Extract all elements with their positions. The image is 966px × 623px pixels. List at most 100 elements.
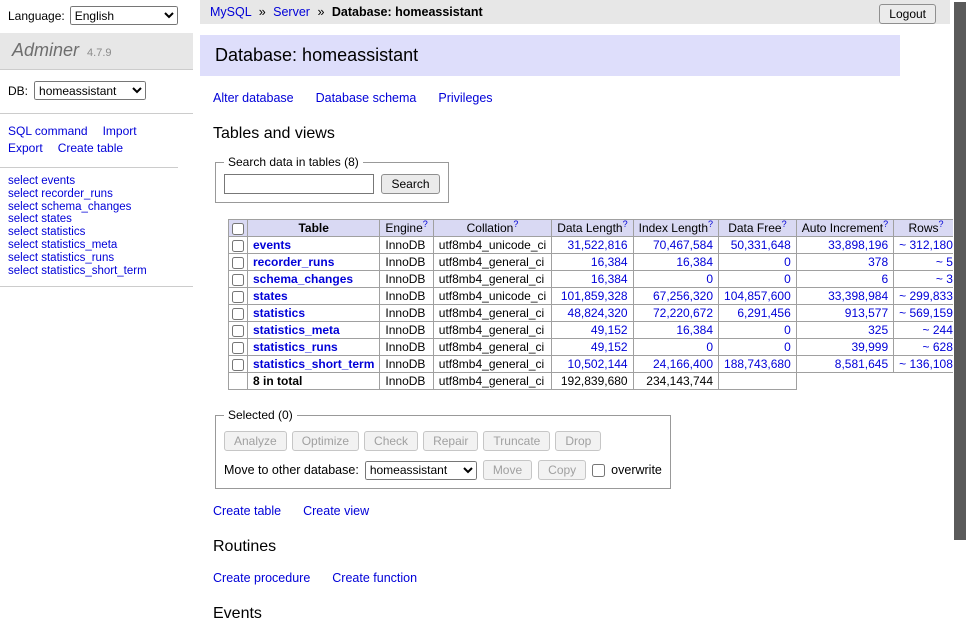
cell-collation: utf8mb4_general_ci <box>433 305 551 322</box>
row-checkbox[interactable] <box>232 274 244 286</box>
db-action-link[interactable]: Alter database <box>213 91 294 105</box>
cell-data-free-link[interactable]: 0 <box>784 323 791 337</box>
table-name-link[interactable]: statistics_runs <box>253 340 338 354</box>
cell-data-length-link[interactable]: 49,152 <box>591 323 628 337</box>
cell-data-free-link[interactable]: 0 <box>784 272 791 286</box>
cell-index-length-link[interactable]: 24,166,400 <box>653 357 713 371</box>
table-name-link[interactable]: recorder_runs <box>253 255 334 269</box>
logout-button[interactable]: Logout <box>879 4 936 24</box>
table-name-link[interactable]: states <box>253 289 288 303</box>
column-help-link[interactable]: ? <box>708 221 713 235</box>
cell-auto-increment: 33,398,984 <box>796 288 893 305</box>
breadcrumb-link-server[interactable]: Server <box>273 5 310 19</box>
column-help-link[interactable]: ? <box>513 221 518 235</box>
cell-auto-increment-link[interactable]: 6 <box>881 272 888 286</box>
routine-link[interactable]: Create procedure <box>213 571 310 585</box>
move-db-select[interactable]: homeassistant <box>365 461 477 480</box>
cell-index-length-link[interactable]: 72,220,672 <box>653 306 713 320</box>
sidebar-action-link[interactable]: Import <box>103 124 137 138</box>
cell-rows-link[interactable]: ~ 244 <box>923 323 953 337</box>
sidebar-table-link[interactable]: select recorder_runs <box>8 188 185 201</box>
cell-data-free-link[interactable]: 6,291,456 <box>737 306 790 320</box>
column-help-link[interactable]: ? <box>939 221 944 235</box>
cell-data-free-link[interactable]: 0 <box>784 255 791 269</box>
breadcrumb-current: Database: homeassistant <box>332 5 483 19</box>
table-name-link[interactable]: events <box>253 238 291 252</box>
cell-auto-increment-link[interactable]: 913,577 <box>845 306 888 320</box>
sidebar-table-link[interactable]: select statistics_meta <box>8 239 185 252</box>
column-help-link[interactable]: ? <box>623 221 628 235</box>
sidebar-action-link[interactable]: Create table <box>58 141 123 155</box>
column-help-link[interactable]: ? <box>782 221 787 235</box>
language-select[interactable]: English <box>70 6 178 25</box>
cell-auto-increment-link[interactable]: 33,398,984 <box>828 289 888 303</box>
column-help-link[interactable]: ? <box>423 221 428 235</box>
sidebar-table-link[interactable]: select schema_changes <box>8 201 185 214</box>
cell-data-free-link[interactable]: 0 <box>784 340 791 354</box>
table-name-link[interactable]: schema_changes <box>253 272 353 286</box>
cell-rows-link[interactable]: ~ 5 <box>936 255 953 269</box>
db-select[interactable]: homeassistant <box>34 81 146 100</box>
cell-data-length-link[interactable]: 31,522,816 <box>568 238 628 252</box>
cell-index-length-link[interactable]: 0 <box>706 272 713 286</box>
routine-link[interactable]: Create function <box>332 571 417 585</box>
row-checkbox[interactable] <box>232 308 244 320</box>
cell-data-free-link[interactable]: 104,857,600 <box>724 289 791 303</box>
scrollbar-thumb[interactable] <box>954 2 966 540</box>
db-action-link[interactable]: Privileges <box>438 91 492 105</box>
cell-index-length-link[interactable]: 67,256,320 <box>653 289 713 303</box>
breadcrumb-link-mysql[interactable]: MySQL <box>210 5 251 19</box>
cell-rows-link[interactable]: ~ 628 <box>923 340 953 354</box>
cell-rows-link[interactable]: ~ 136,108 <box>899 357 953 371</box>
create-link[interactable]: Create table <box>213 504 281 518</box>
cell-data-free-link[interactable]: 50,331,648 <box>731 238 791 252</box>
cell-auto-increment-link[interactable]: 325 <box>868 323 888 337</box>
column-help-link[interactable]: ? <box>883 221 888 235</box>
vertical-scrollbar[interactable] <box>953 0 966 543</box>
cell-index-length-link[interactable]: 16,384 <box>676 255 713 269</box>
table-name-link[interactable]: statistics_meta <box>253 323 340 337</box>
cell-auto-increment-link[interactable]: 33,898,196 <box>828 238 888 252</box>
row-checkbox[interactable] <box>232 325 244 337</box>
cell-data-free-link[interactable]: 188,743,680 <box>724 357 791 371</box>
cell-rows: ~ 3 <box>894 271 959 288</box>
select-all-checkbox[interactable] <box>232 223 244 235</box>
sidebar-table-link[interactable]: select statistics_runs <box>8 252 185 265</box>
search-button[interactable]: Search <box>381 174 439 194</box>
create-link[interactable]: Create view <box>303 504 369 518</box>
cell-data-length-link[interactable]: 49,152 <box>591 340 628 354</box>
cell-rows-link[interactable]: ~ 299,833 <box>899 289 953 303</box>
sidebar-table-link[interactable]: select events <box>8 175 185 188</box>
row-checkbox[interactable] <box>232 291 244 303</box>
row-checkbox[interactable] <box>232 359 244 371</box>
sidebar-table-link[interactable]: select statistics <box>8 226 185 239</box>
row-checkbox[interactable] <box>232 240 244 252</box>
cell-data-length-link[interactable]: 16,384 <box>591 255 628 269</box>
cell-rows-link[interactable]: ~ 569,159 <box>899 306 953 320</box>
sidebar-action-link[interactable]: SQL command <box>8 124 88 138</box>
cell-data-length-link[interactable]: 10,502,144 <box>568 357 628 371</box>
cell-rows-link[interactable]: ~ 3 <box>936 272 953 286</box>
cell-rows-link[interactable]: ~ 312,180 <box>899 238 953 252</box>
cell-auto-increment-link[interactable]: 8,581,645 <box>835 357 888 371</box>
cell-index-length-link[interactable]: 0 <box>706 340 713 354</box>
cell-auto-increment-link[interactable]: 39,999 <box>851 340 888 354</box>
app-name[interactable]: Adminer <box>12 40 79 60</box>
table-name-link[interactable]: statistics_short_term <box>253 357 374 371</box>
row-checkbox[interactable] <box>232 257 244 269</box>
sidebar-table-link[interactable]: select statistics_short_term <box>8 265 185 278</box>
sidebar-action-link[interactable]: Export <box>8 141 43 155</box>
sidebar-table-link[interactable]: select states <box>8 213 185 226</box>
db-action-link[interactable]: Database schema <box>316 91 417 105</box>
overwrite-label[interactable]: overwrite <box>611 463 662 477</box>
table-name-link[interactable]: statistics <box>253 306 305 320</box>
search-input[interactable] <box>224 174 374 194</box>
cell-data-length-link[interactable]: 16,384 <box>591 272 628 286</box>
cell-index-length-link[interactable]: 70,467,584 <box>653 238 713 252</box>
cell-data-length-link[interactable]: 101,859,328 <box>561 289 628 303</box>
row-checkbox[interactable] <box>232 342 244 354</box>
overwrite-checkbox[interactable] <box>592 464 605 477</box>
cell-index-length-link[interactable]: 16,384 <box>676 323 713 337</box>
cell-data-length-link[interactable]: 48,824,320 <box>568 306 628 320</box>
cell-auto-increment-link[interactable]: 378 <box>868 255 888 269</box>
